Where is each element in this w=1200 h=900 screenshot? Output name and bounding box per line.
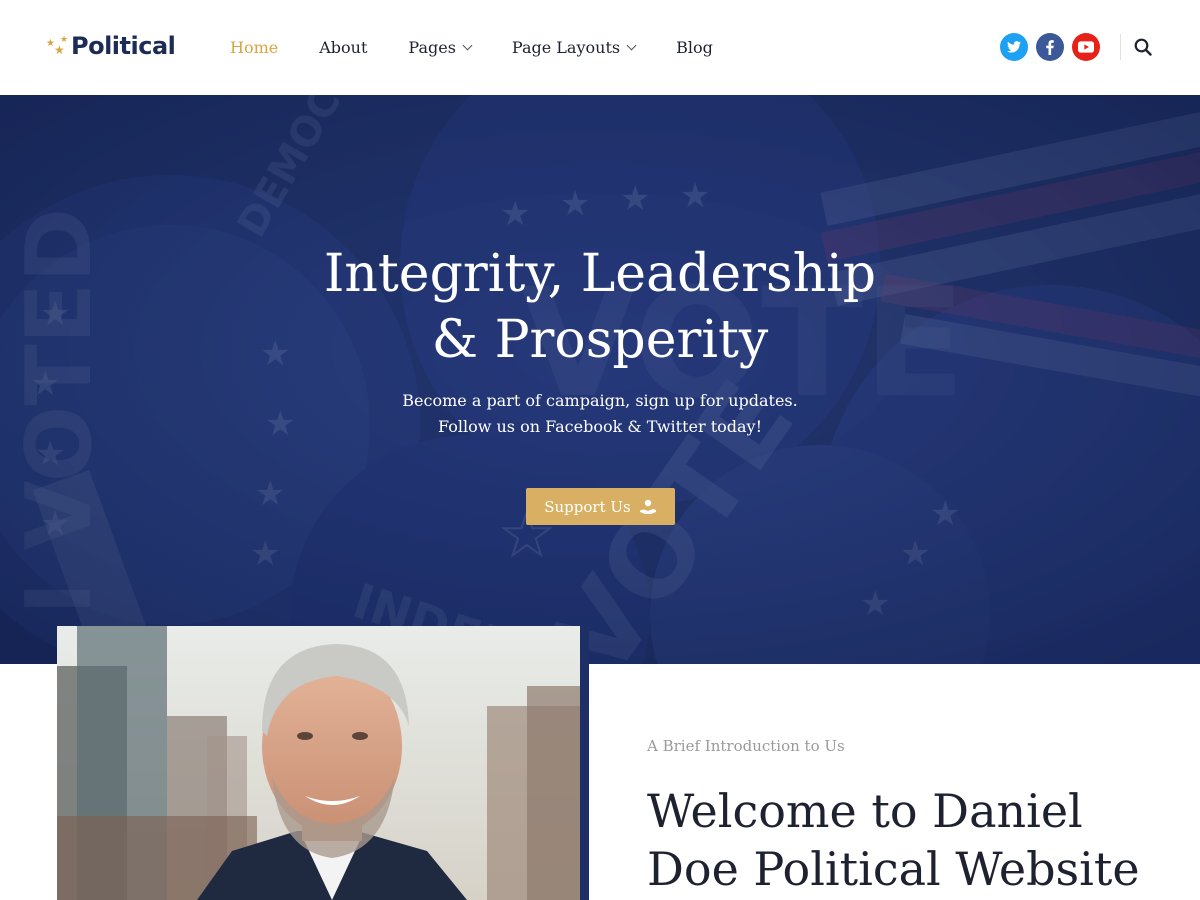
nav-item-page-layouts[interactable]: Page Layouts (511, 38, 637, 57)
welcome-heading-line1: Welcome to Daniel (647, 784, 1083, 838)
chevron-down-icon (462, 40, 473, 50)
nav-item-pages[interactable]: Pages (408, 38, 473, 57)
site-header: ★ ★ ★ Political Home About Pages Page Layo… (0, 0, 1200, 95)
hero-subtitle-line1: Become a part of campaign, sign up for u… (402, 391, 798, 410)
hero-background-image: I VOTED VOTE INDEPE DEMOCRATIC VOTE ★★★★… (0, 95, 1200, 664)
nav-item-label: Page Layouts (511, 38, 621, 57)
nav-item-about[interactable]: About (319, 38, 367, 57)
hero-title-line2: & Prosperity (431, 310, 769, 370)
nav-item-label: Home (230, 38, 279, 57)
nav-item-label: Blog (676, 38, 713, 57)
hero-title-line1: Integrity, Leadership (323, 244, 877, 304)
donate-hand-icon (639, 499, 656, 514)
social-links (1000, 33, 1108, 61)
hero-subtitle-line2: Follow us on Facebook & Twitter today! (437, 417, 763, 436)
hero-subtitle: Become a part of campaign, sign up for u… (0, 388, 1200, 440)
twitter-icon[interactable] (1000, 33, 1028, 61)
nav-item-label: Pages (408, 38, 456, 57)
support-us-label: Support Us (544, 497, 631, 516)
site-logo[interactable]: ★ ★ ★ Political (46, 32, 176, 60)
header-divider (1120, 34, 1121, 60)
nav-item-home[interactable]: Home (230, 38, 278, 57)
hero-section: I VOTED VOTE INDEPE DEMOCRATIC VOTE ★★★★… (0, 95, 1200, 664)
welcome-heading: Welcome to Daniel Doe Political Website (647, 782, 1167, 898)
logo-text: Political (71, 32, 176, 60)
intro-label: A Brief Introduction to Us (647, 737, 845, 755)
main-nav: Home About Pages Page Layouts Blog (230, 0, 754, 95)
youtube-icon[interactable] (1072, 33, 1100, 61)
chevron-down-icon (626, 40, 637, 50)
nav-item-blog[interactable]: Blog (676, 38, 713, 57)
stars-icon: ★ ★ ★ (46, 35, 69, 57)
candidate-portrait (57, 626, 589, 900)
search-icon[interactable] (1133, 37, 1153, 57)
nav-item-label: About (319, 38, 368, 57)
facebook-icon[interactable] (1036, 33, 1064, 61)
hero-title: Integrity, Leadership & Prosperity (0, 241, 1200, 373)
support-us-button[interactable]: Support Us (526, 488, 675, 525)
welcome-heading-line2: Doe Political Website (647, 842, 1140, 896)
